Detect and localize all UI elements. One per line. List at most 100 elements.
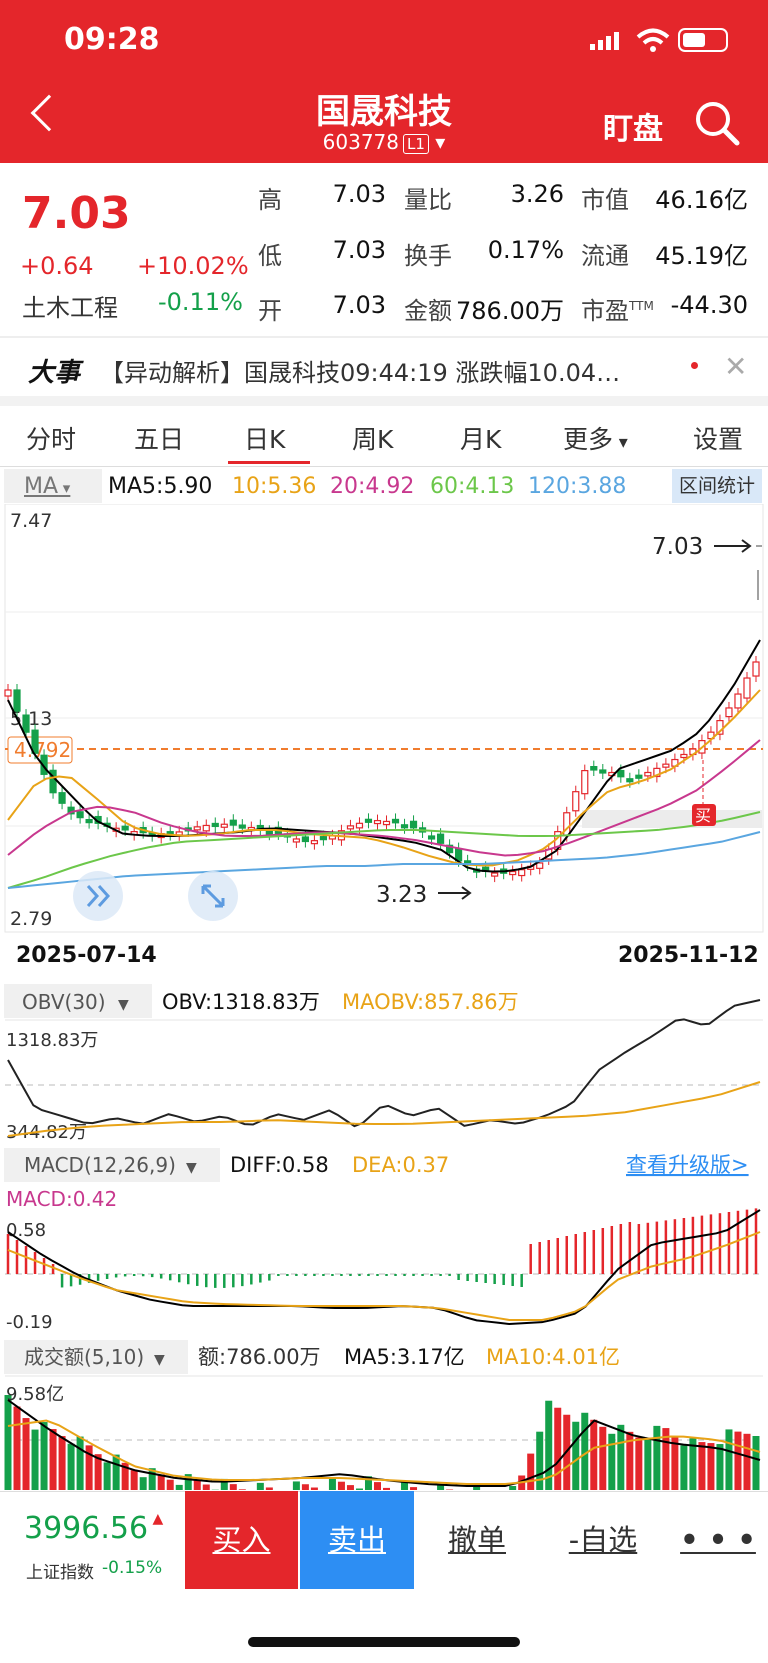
index-value[interactable]: 3996.56 ▲ (24, 1511, 163, 1546)
home-indicator (248, 1637, 520, 1647)
volume-bar (139, 1477, 147, 1490)
candle-body (301, 836, 309, 843)
last-price: 7.03 (22, 188, 131, 239)
add-favorite-button[interactable]: -自选 (540, 1491, 666, 1589)
volume-bar (617, 1424, 625, 1490)
fullscreen-icon[interactable] (188, 871, 238, 921)
candle-body (355, 822, 364, 829)
quote-value-pe: -44.30 (670, 291, 748, 319)
divider (0, 466, 768, 467)
volume-bar (166, 1479, 174, 1490)
volume-bar (743, 1433, 751, 1490)
candle-body (536, 862, 544, 869)
industry-name[interactable]: 土木工程 (22, 288, 118, 323)
macd-bottom: -0.19 (6, 1312, 53, 1333)
news-tag: 大事 (28, 358, 81, 388)
volume-amount: 额:786.00万 (198, 1345, 321, 1369)
dropdown-icon: ▼ (118, 997, 129, 1013)
kline-y-min: 2.79 (10, 908, 52, 930)
upgrade-link[interactable]: 查看升级版> (626, 1153, 749, 1177)
more-button[interactable]: • • • (670, 1491, 766, 1589)
volume-bar (410, 1487, 418, 1490)
maobv-line (7, 1081, 761, 1137)
status-time: 09:28 (64, 22, 160, 57)
candle-body (590, 766, 598, 771)
volume-bar (256, 1482, 264, 1490)
wifi-icon (636, 28, 670, 52)
volume-bar (22, 1418, 30, 1490)
tab-daily-k[interactable]: 日K (244, 420, 285, 456)
index-pct: -0.15% (102, 1558, 163, 1578)
volume-bar (725, 1429, 733, 1490)
quote-label-amount: 金额 (404, 297, 452, 325)
dropdown-icon: ▼ (154, 1352, 165, 1368)
candle-body (85, 819, 93, 824)
kline-low-mark: 3.23 (376, 882, 427, 908)
candle-body (725, 707, 733, 718)
candle-body (400, 824, 409, 829)
candle-body (265, 830, 273, 835)
volume-bar (734, 1431, 742, 1490)
quote-label-float-cap: 流通 (581, 242, 629, 270)
kline-chart[interactable]: 4.792 7.47 5.13 2.79 7.03 3.23 买 2025-07… (0, 504, 768, 1490)
volume-bar (67, 1443, 75, 1490)
tab-intraday[interactable]: 分时 (26, 420, 76, 456)
volume-bar (103, 1462, 111, 1490)
candle-body (58, 792, 66, 804)
tab-monthly-k[interactable]: 月K (460, 420, 501, 456)
obv-selector[interactable]: OBV(30) (22, 990, 106, 1014)
volume-top: 9.58亿 (6, 1384, 64, 1405)
volume-bar (716, 1444, 724, 1490)
ma-selector-label[interactable]: MA ▾ (24, 474, 70, 499)
scroll-left-button[interactable] (73, 871, 123, 921)
candle-body (4, 689, 12, 697)
battery-icon (678, 28, 728, 52)
obv-value: OBV:1318.83万 (162, 990, 320, 1014)
ma120-line (7, 831, 761, 889)
search-icon[interactable] (694, 100, 740, 146)
kline-high-mark: 7.03 (652, 534, 703, 560)
news-text[interactable]: 【异动解析】国晟科技09:44:19 涨跌幅10.04… (100, 353, 660, 388)
volume-ma5: MA5:3.17亿 (344, 1345, 465, 1369)
volume-bar (229, 1484, 237, 1490)
volume-bar (635, 1437, 643, 1490)
dropdown-icon: ▾ (613, 432, 628, 453)
volume-bar (265, 1487, 273, 1490)
tab-settings[interactable]: 设置 (693, 420, 743, 456)
tab-more[interactable]: 更多 ▾ (563, 420, 628, 456)
section-separator (0, 396, 768, 406)
watch-button[interactable]: 盯盘 (603, 104, 663, 148)
buy-button[interactable]: 买入 (185, 1491, 298, 1589)
candle-body (626, 778, 634, 783)
candle-body (518, 869, 526, 877)
volume-bar (130, 1470, 138, 1490)
industry-pct: -0.11% (158, 288, 243, 316)
quote-label-volume-ratio: 量比 (404, 186, 452, 214)
range-stats-button[interactable]: 区间统计 (672, 469, 762, 503)
volume-bar (310, 1487, 318, 1490)
volume-bar (337, 1481, 345, 1490)
macd-selector[interactable]: MACD(12,26,9) (24, 1153, 176, 1177)
sell-button[interactable]: 卖出 (300, 1491, 414, 1589)
volume-bar (13, 1406, 21, 1490)
tab-five-day[interactable]: 五日 (134, 420, 184, 456)
tab-weekly-k[interactable]: 周K (352, 420, 393, 456)
volume-bar (238, 1489, 246, 1490)
candle-body (743, 677, 751, 699)
candle-body (382, 820, 391, 826)
close-icon[interactable]: ✕ (724, 350, 747, 383)
quote-label-pe: 市盈TTM (581, 291, 654, 326)
volume-bar (112, 1454, 120, 1490)
volume-selector[interactable]: 成交额(5,10) (24, 1345, 144, 1369)
candle-body (22, 714, 30, 733)
volume-bar (373, 1482, 381, 1490)
quote-label-pe-text: 市盈 (581, 297, 629, 325)
quote-label-open: 开 (258, 297, 282, 325)
candle-body (346, 825, 355, 830)
date-end: 2025-11-12 (618, 943, 759, 968)
unread-dot (691, 362, 698, 369)
volume-bar (572, 1421, 580, 1490)
volume-bar (608, 1433, 616, 1490)
active-tab-indicator (228, 461, 310, 464)
cancel-order-button[interactable]: 撤单 (418, 1491, 536, 1589)
